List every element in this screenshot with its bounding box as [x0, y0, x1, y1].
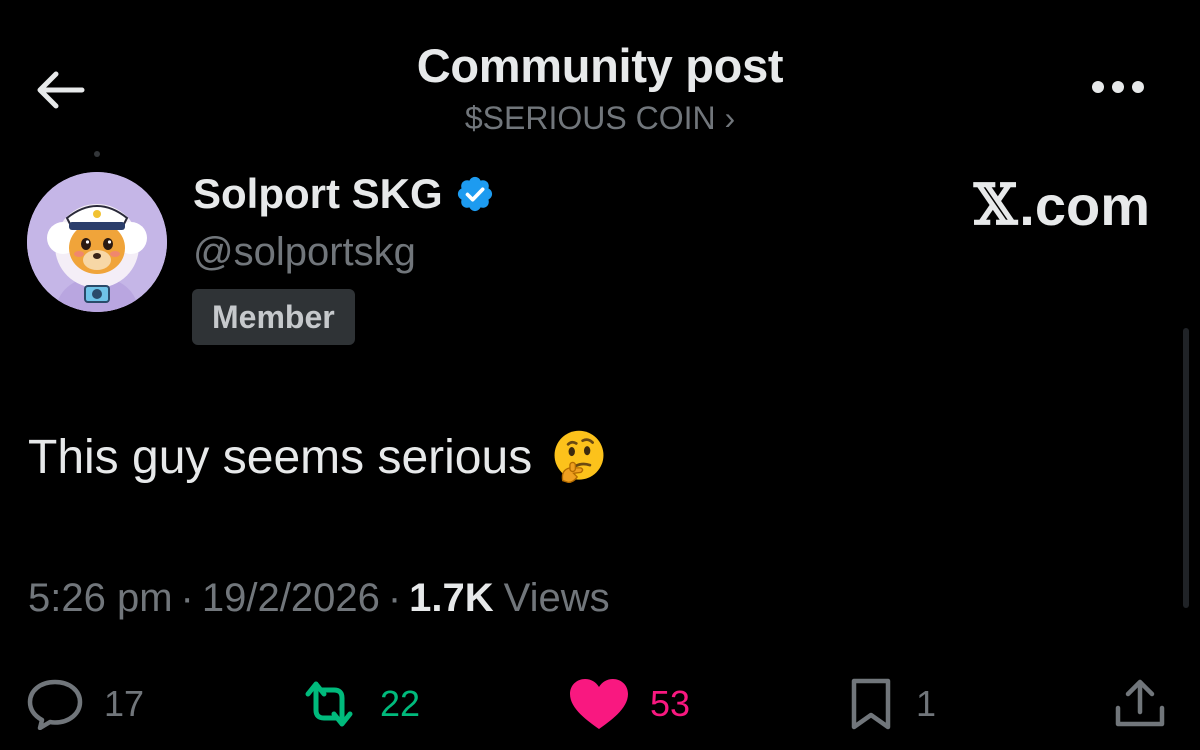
more-options-button[interactable] [1078, 62, 1158, 112]
author-name-text: Solport SKG [193, 170, 443, 217]
separator: · [387, 576, 402, 620]
post-date: 19/2/2026 [201, 576, 380, 620]
bookmark-count: 1 [916, 683, 937, 724]
verified-check-icon [455, 174, 495, 214]
bookmark-icon [851, 678, 891, 730]
post-text: This guy seems serious [28, 428, 608, 486]
heart-filled-icon [570, 679, 628, 729]
bookmark-button[interactable]: 1 [846, 672, 936, 736]
like-count: 53 [650, 683, 691, 724]
share-upload-icon [1115, 679, 1165, 727]
views-label: Views [503, 576, 610, 620]
avatar-image [27, 172, 167, 312]
speech-bubble-icon [27, 679, 83, 730]
repost-button[interactable]: 22 [298, 672, 420, 736]
back-button[interactable] [28, 58, 92, 122]
thread-connector [94, 151, 100, 157]
author-handle[interactable]: @solportskg [193, 230, 416, 275]
views-count: 1.7K [409, 576, 494, 620]
repost-count: 22 [380, 683, 421, 724]
reply-button[interactable]: 17 [26, 672, 144, 736]
post-time: 5:26 pm [28, 576, 173, 620]
thinking-face-icon [550, 428, 608, 486]
watermark-domain: .com [1019, 173, 1150, 237]
reply-count: 17 [104, 683, 145, 724]
member-badge: Member [192, 289, 355, 345]
post-text-content: This guy seems serious [28, 430, 533, 484]
separator: · [180, 576, 194, 620]
page-title: Community post [416, 39, 784, 92]
x-logo-icon: 𝕏 [973, 172, 1018, 238]
more-horizontal-icon [1092, 81, 1144, 93]
scrollbar[interactable] [1183, 328, 1189, 608]
post-meta: 5:26 pm · 19/2/2026 · 1.7K Views [28, 576, 610, 621]
arrow-left-icon [37, 71, 85, 109]
avatar[interactable] [27, 172, 167, 312]
repost-arrows-icon [305, 681, 353, 727]
author-name[interactable]: Solport SKG [193, 170, 495, 218]
x-com-watermark: 𝕏 .com [974, 172, 1150, 238]
like-button[interactable]: 53 [568, 672, 690, 736]
community-link[interactable]: $SERIOUS COIN › [300, 100, 900, 137]
share-button[interactable] [1112, 672, 1168, 736]
